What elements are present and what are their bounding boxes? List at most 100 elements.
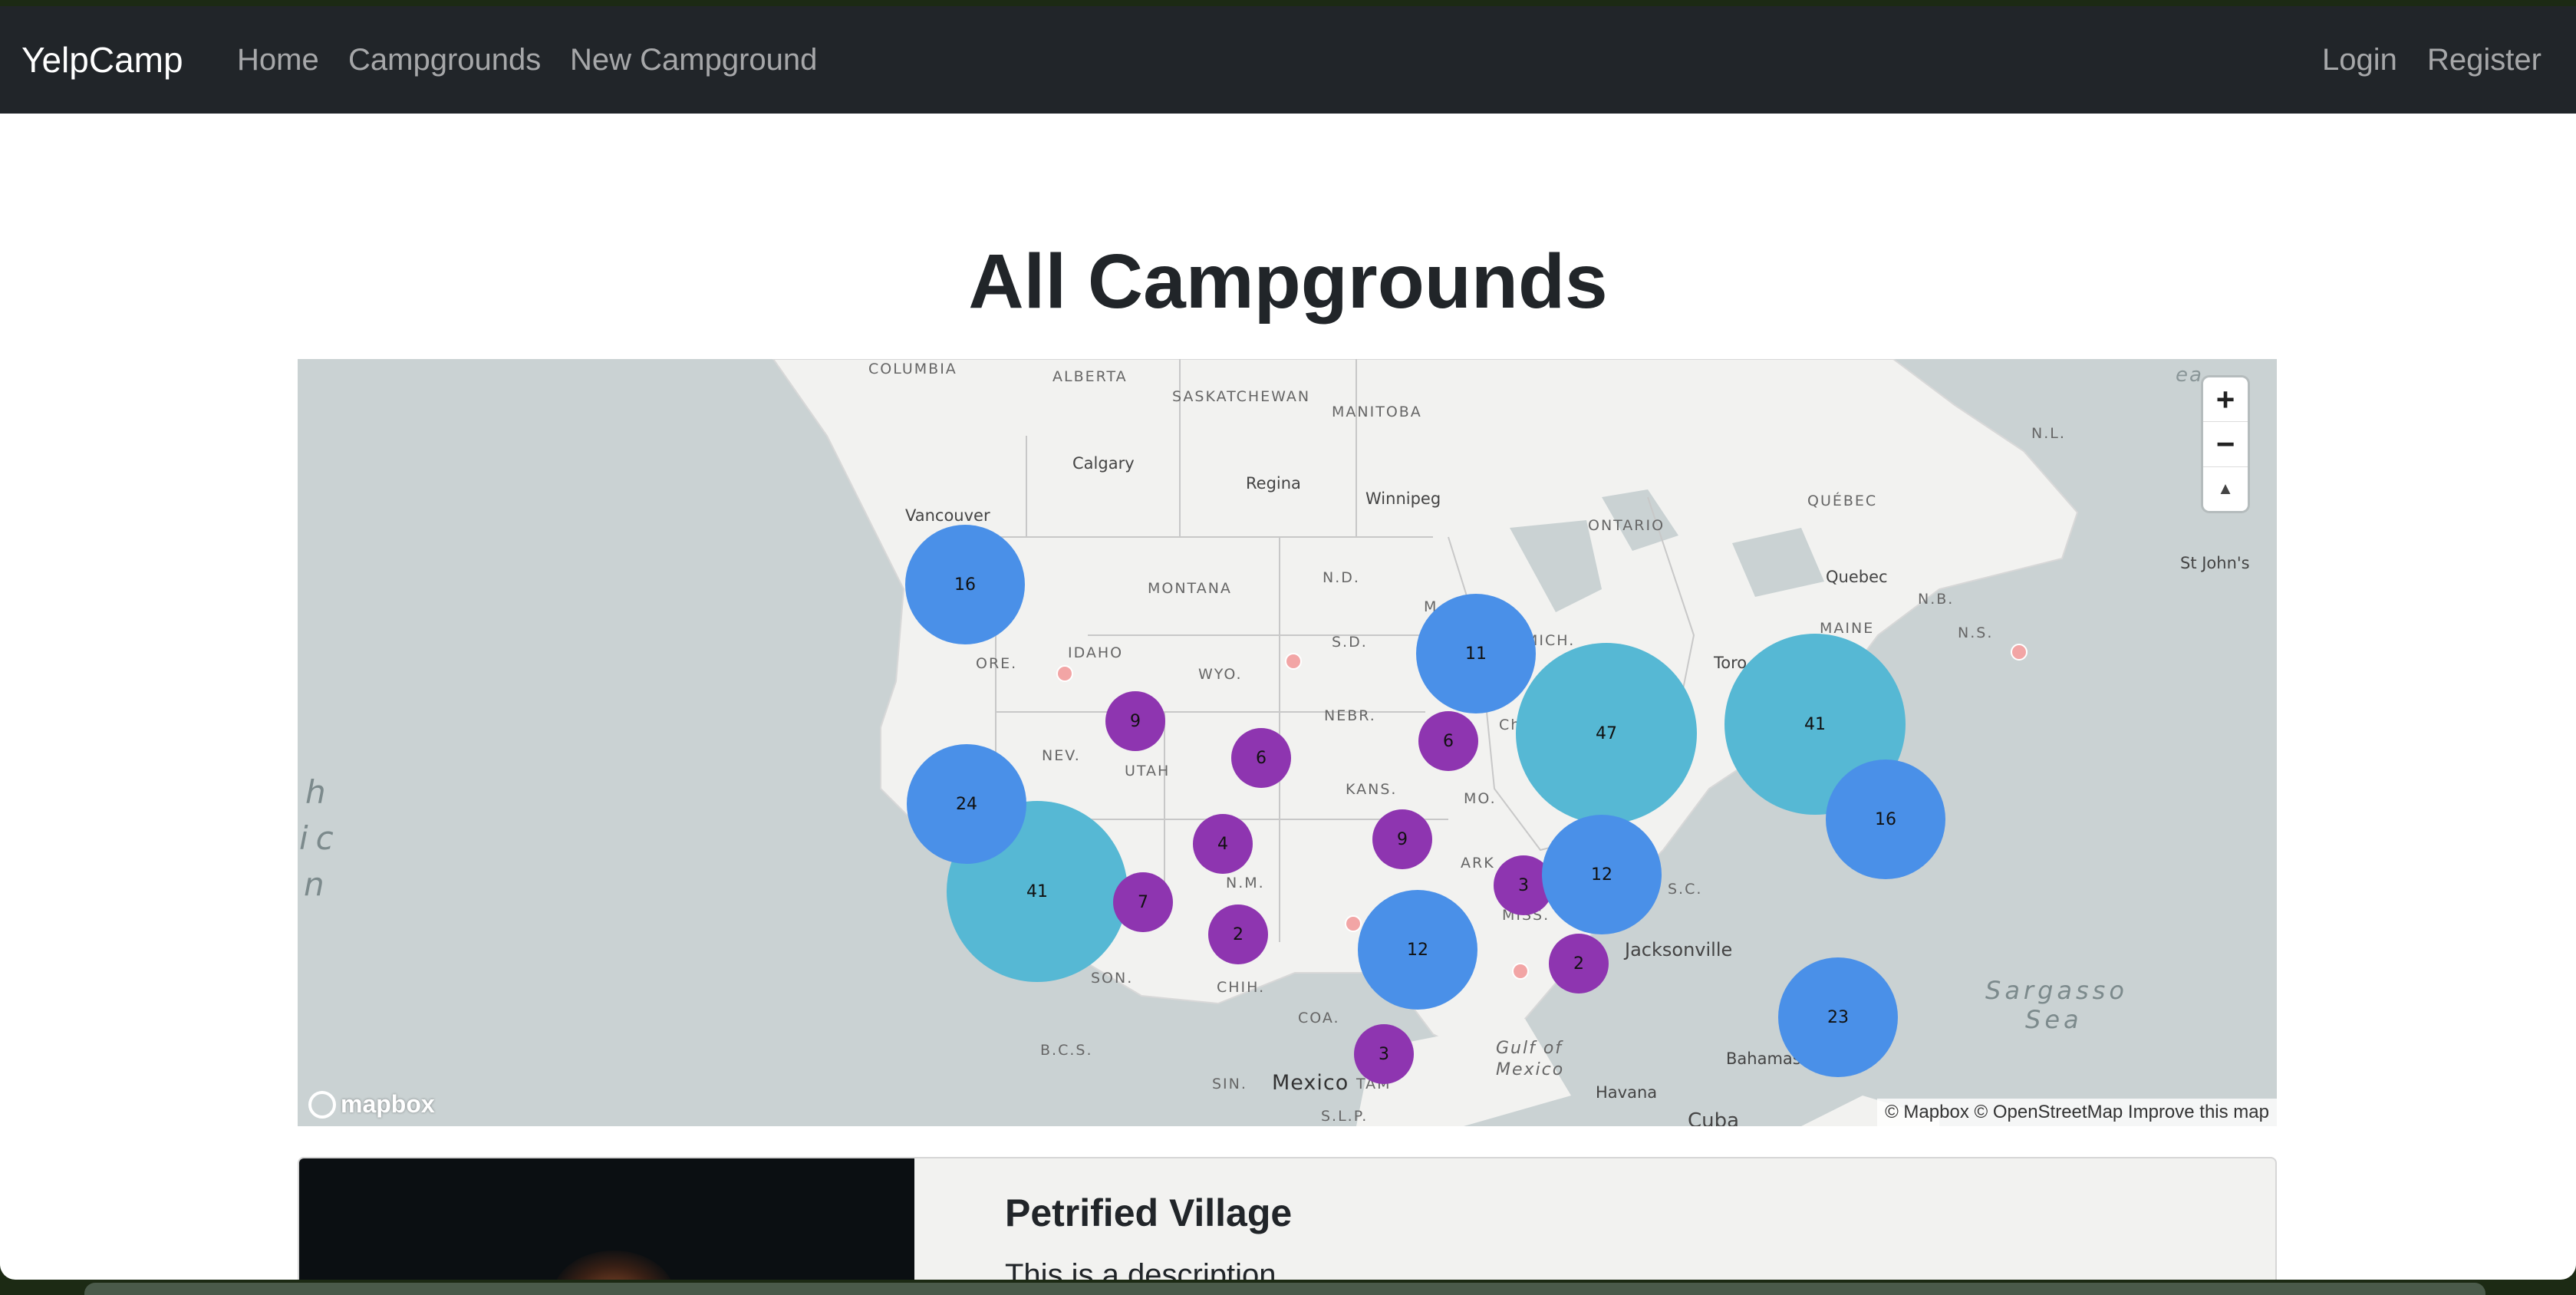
cluster-count: 4 — [1217, 834, 1228, 854]
map-label-nm: N.M. — [1226, 875, 1265, 891]
cluster-marker[interactable]: 2 — [1208, 905, 1268, 964]
map-label-havana: Havana — [1596, 1083, 1658, 1102]
campground-marker[interactable] — [1056, 665, 1073, 682]
map-label-columbia: COLUMBIA — [868, 361, 957, 377]
map-label-sd: S.D. — [1332, 634, 1368, 651]
cluster-marker[interactable]: 3 — [1354, 1024, 1414, 1084]
map-label-alberta: ALBERTA — [1052, 368, 1128, 385]
campground-card: Petrified Village This is a description. — [298, 1157, 2277, 1280]
map-label-kans: KANS. — [1346, 781, 1398, 798]
cluster-count: 24 — [956, 794, 977, 814]
cluster-marker[interactable]: 6 — [1231, 728, 1291, 788]
map-label-utah: UTAH — [1125, 763, 1171, 779]
campground-marker[interactable] — [1345, 915, 1362, 932]
campground-description: This is a description. — [1005, 1258, 1285, 1280]
map-label-saskatchewan: SASKATCHEWAN — [1172, 388, 1311, 405]
cluster-marker[interactable]: 9 — [1105, 691, 1165, 751]
zoom-in-button[interactable]: + — [2203, 377, 2248, 423]
map-label-st-johns: St John's — [2180, 554, 2250, 572]
zoom-out-button[interactable]: − — [2203, 422, 2248, 467]
map-label-ark: ARK — [1461, 855, 1495, 872]
cluster-count: 16 — [954, 575, 976, 595]
map-label-gulf: Gulf of — [1496, 1039, 1563, 1058]
cluster-map[interactable]: COLUMBIA ALBERTA SASKATCHEWAN MANITOBA C… — [298, 359, 2277, 1126]
compass-button[interactable]: ▲ — [2203, 467, 2248, 511]
cluster-marker[interactable]: 47 — [1516, 643, 1697, 824]
campground-marker[interactable] — [1285, 653, 1302, 670]
map-label-nl: N.L. — [2031, 425, 2066, 442]
map-label-montana: MONTANA — [1148, 580, 1232, 597]
map-label-sargasso: Sargasso — [1985, 976, 2128, 1005]
map-label-gulf-2: Mexico — [1496, 1060, 1565, 1079]
map-label-slp: S.L.P. — [1321, 1108, 1369, 1125]
mapbox-logo-icon — [308, 1090, 336, 1119]
cluster-count: 47 — [1596, 723, 1617, 743]
cluster-count: 11 — [1465, 644, 1487, 664]
map-label-nebr: NEBR. — [1324, 707, 1376, 724]
cluster-count: 3 — [1379, 1044, 1389, 1064]
map-label-chih: CHIH. — [1217, 979, 1266, 996]
nav-link-register[interactable]: Register — [2427, 43, 2541, 77]
map-label-coa: COA. — [1298, 1010, 1340, 1026]
cluster-count: 2 — [1233, 924, 1244, 944]
nav-link-login[interactable]: Login — [2322, 43, 2397, 77]
map-label-mexico: Mexico — [1272, 1071, 1349, 1095]
cluster-count: 9 — [1130, 711, 1141, 731]
map-label-sin: SIN. — [1212, 1076, 1247, 1092]
nav-link-home[interactable]: Home — [237, 43, 319, 77]
cluster-marker[interactable]: 12 — [1358, 890, 1477, 1010]
map-label-calgary: Calgary — [1072, 454, 1135, 473]
map-label-sea: Sea — [2025, 1005, 2083, 1034]
cluster-count: 23 — [1827, 1007, 1849, 1027]
mapbox-logo-text: mapbox — [341, 1090, 435, 1118]
cluster-marker[interactable]: 7 — [1113, 872, 1173, 932]
map-label-idaho: IDAHO — [1068, 644, 1124, 661]
cluster-marker[interactable]: 16 — [905, 525, 1025, 644]
map-label-mo: MO. — [1464, 790, 1497, 807]
map-label-north-h: h — [305, 773, 334, 811]
taskbar — [84, 1283, 2485, 1295]
nav-link-campgrounds[interactable]: Campgrounds — [348, 43, 541, 77]
cluster-marker[interactable]: 24 — [907, 744, 1026, 864]
cluster-count: 2 — [1573, 954, 1584, 974]
campground-image — [299, 1158, 914, 1280]
map-label-sc: S.C. — [1668, 881, 1703, 898]
map-label-jacksonville: Jacksonville — [1625, 939, 1733, 961]
campground-marker[interactable] — [1512, 963, 1529, 980]
map-label-manitoba: MANITOBA — [1332, 404, 1422, 420]
map-label-ns: N.S. — [1958, 624, 1994, 641]
map-label-quebec-prov: QUÉBEC — [1807, 493, 1878, 509]
page-title: All Campgrounds — [968, 239, 1608, 325]
campground-marker[interactable] — [2011, 644, 2028, 661]
cluster-count: 6 — [1256, 748, 1267, 768]
map-navigation-control: + − ▲ — [2203, 377, 2248, 511]
map-label-son: SON. — [1091, 970, 1134, 987]
cluster-marker[interactable]: 4 — [1193, 814, 1253, 874]
cluster-marker[interactable]: 6 — [1418, 711, 1478, 771]
map-label-wyo: WYO. — [1198, 666, 1243, 683]
cluster-marker[interactable]: 11 — [1416, 594, 1536, 713]
map-label-north-n: n — [304, 865, 332, 903]
cluster-marker[interactable]: 12 — [1542, 815, 1662, 934]
cluster-marker[interactable]: 9 — [1372, 809, 1432, 869]
cluster-count: 12 — [1591, 865, 1612, 885]
cluster-count: 9 — [1397, 829, 1408, 849]
map-label-ore: ORE. — [976, 655, 1018, 672]
map-label-sea-tr: ea — [2176, 364, 2203, 387]
cluster-count: 12 — [1407, 940, 1428, 960]
map-label-vancouver: Vancouver — [905, 506, 990, 525]
mapbox-logo[interactable]: mapbox — [308, 1090, 435, 1119]
nav-link-new-campground[interactable]: New Campground — [570, 43, 817, 77]
map-label-ontario: ONTARIO — [1588, 517, 1665, 534]
cluster-marker[interactable]: 2 — [1549, 934, 1609, 993]
cluster-count: 6 — [1443, 731, 1454, 751]
map-label-regina: Regina — [1246, 474, 1301, 493]
cluster-count: 3 — [1518, 875, 1529, 895]
cluster-marker[interactable]: 23 — [1778, 957, 1898, 1077]
cluster-marker[interactable]: 16 — [1826, 760, 1945, 879]
map-label-north-ic: ic — [299, 819, 341, 857]
map-attribution[interactable]: © Mapbox © OpenStreetMap Improve this ma… — [1877, 1099, 2277, 1126]
cluster-count: 16 — [1875, 809, 1896, 829]
brand-logo[interactable]: YelpCamp — [21, 39, 183, 81]
cluster-count: 41 — [1804, 714, 1826, 734]
